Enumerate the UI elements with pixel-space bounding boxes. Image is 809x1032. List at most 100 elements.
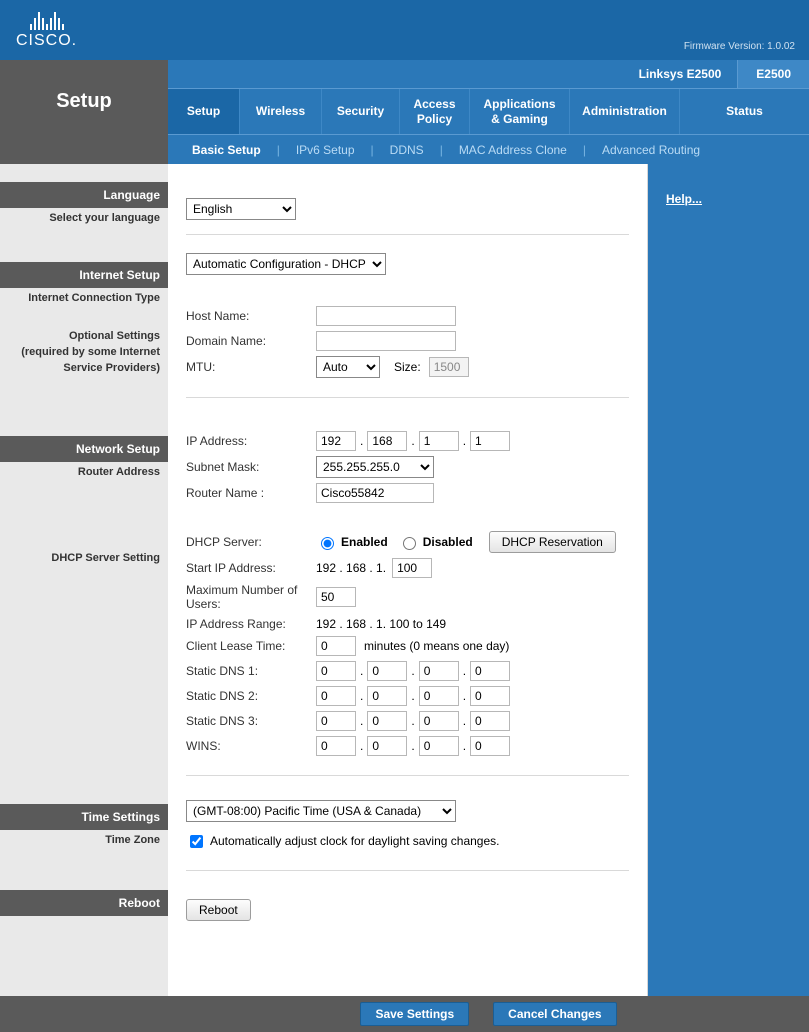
- model-name: Linksys E2500: [639, 67, 738, 81]
- wins-octet-2[interactable]: [367, 736, 407, 756]
- footer-bar: Save Settings Cancel Changes: [168, 996, 809, 1032]
- dns3-label: Static DNS 3:: [186, 714, 316, 728]
- section-internet: Internet Setup: [0, 262, 168, 288]
- ip-range-value: 192 . 168 . 1. 100 to 149: [316, 617, 446, 631]
- subtab-ddns[interactable]: DDNS: [384, 143, 430, 157]
- ip-address-label: IP Address:: [186, 434, 316, 448]
- section-time-zone: Time Zone: [0, 830, 168, 850]
- router-name-label: Router Name :: [186, 486, 316, 500]
- section-language: Language: [0, 182, 168, 208]
- subtab-ipv6-setup[interactable]: IPv6 Setup: [290, 143, 361, 157]
- dhcp-enabled-radio-input[interactable]: [321, 537, 334, 550]
- subtab-mac-address-clone[interactable]: MAC Address Clone: [453, 143, 573, 157]
- mtu-size-input: [429, 357, 469, 377]
- form-panel: English Automatic Configuration - DHCP H…: [168, 164, 648, 996]
- cisco-logo: CISCO.: [16, 10, 77, 50]
- model-badge: E2500: [737, 60, 809, 88]
- help-link[interactable]: Help...: [666, 192, 702, 206]
- start-ip-input[interactable]: [392, 558, 432, 578]
- footer-left: [0, 996, 168, 1032]
- lease-time-suffix: minutes (0 means one day): [364, 639, 509, 653]
- wins-octet-4[interactable]: [470, 736, 510, 756]
- dns1-octet-4[interactable]: [470, 661, 510, 681]
- reboot-button[interactable]: Reboot: [186, 899, 251, 921]
- section-internet-conn-type: Internet Connection Type: [0, 288, 168, 308]
- ip-octet-1[interactable]: [316, 431, 356, 451]
- tab-status[interactable]: Status: [680, 89, 809, 134]
- wins-octet-1[interactable]: [316, 736, 356, 756]
- host-name-input[interactable]: [316, 306, 456, 326]
- start-ip-label: Start IP Address:: [186, 561, 316, 575]
- dns2-label: Static DNS 2:: [186, 689, 316, 703]
- mtu-label: MTU:: [186, 360, 316, 374]
- left-sidebar: Language Select your language Internet S…: [0, 164, 168, 996]
- dns3-octet-4[interactable]: [470, 711, 510, 731]
- cisco-logo-text: CISCO.: [16, 32, 77, 50]
- top-bar: CISCO. Firmware Version: 1.0.02: [0, 0, 809, 60]
- tab-wireless[interactable]: Wireless: [240, 89, 322, 134]
- section-dhcp-setting: DHCP Server Setting: [0, 548, 168, 568]
- tab-security[interactable]: Security: [322, 89, 400, 134]
- wins-octet-3[interactable]: [419, 736, 459, 756]
- mtu-size-label: Size:: [394, 360, 421, 374]
- tab-access-policy[interactable]: Access Policy: [400, 89, 470, 134]
- dns3-octet-3[interactable]: [419, 711, 459, 731]
- connection-type-select[interactable]: Automatic Configuration - DHCP: [186, 253, 386, 275]
- domain-name-input[interactable]: [316, 331, 456, 351]
- section-time: Time Settings: [0, 804, 168, 830]
- host-name-label: Host Name:: [186, 309, 316, 323]
- dst-checkbox[interactable]: [190, 835, 203, 848]
- section-language-sub: Select your language: [0, 208, 168, 228]
- page-title: Setup: [0, 60, 168, 164]
- lease-time-label: Client Lease Time:: [186, 639, 316, 653]
- dns1-octet-1[interactable]: [316, 661, 356, 681]
- dns1-octet-3[interactable]: [419, 661, 459, 681]
- language-select[interactable]: English: [186, 198, 296, 220]
- section-optional-settings-2: (required by some Internet: [0, 346, 168, 362]
- tab-administration[interactable]: Administration: [570, 89, 680, 134]
- subtab-basic-setup[interactable]: Basic Setup: [186, 143, 267, 157]
- wins-label: WINS:: [186, 739, 316, 753]
- start-ip-prefix: 192 . 168 . 1.: [316, 561, 386, 575]
- save-settings-button[interactable]: Save Settings: [360, 1002, 469, 1026]
- ip-octet-3[interactable]: [419, 431, 459, 451]
- section-network: Network Setup: [0, 436, 168, 462]
- dns3-octet-1[interactable]: [316, 711, 356, 731]
- dst-label: Automatically adjust clock for daylight …: [210, 834, 499, 848]
- dhcp-server-label: DHCP Server:: [186, 535, 316, 549]
- dhcp-reservation-button[interactable]: DHCP Reservation: [489, 531, 616, 553]
- dhcp-disabled-radio[interactable]: Disabled: [398, 534, 473, 550]
- tab-applications-gaming[interactable]: Applications & Gaming: [470, 89, 570, 134]
- subnet-mask-label: Subnet Mask:: [186, 460, 316, 474]
- mtu-select[interactable]: Auto: [316, 356, 380, 378]
- section-optional-settings-3: Service Providers): [0, 362, 168, 378]
- model-row: Linksys E2500 E2500: [168, 60, 809, 88]
- dns2-octet-2[interactable]: [367, 686, 407, 706]
- cancel-changes-button[interactable]: Cancel Changes: [493, 1002, 616, 1026]
- subnet-mask-select[interactable]: 255.255.255.0: [316, 456, 434, 478]
- router-name-input[interactable]: [316, 483, 434, 503]
- tab-setup[interactable]: Setup: [168, 89, 240, 134]
- domain-name-label: Domain Name:: [186, 334, 316, 348]
- dhcp-enabled-radio[interactable]: Enabled: [316, 534, 388, 550]
- subtab-advanced-routing[interactable]: Advanced Routing: [596, 143, 706, 157]
- firmware-version: Firmware Version: 1.0.02: [684, 41, 795, 52]
- max-users-label: Maximum Number of Users:: [186, 583, 316, 612]
- dhcp-disabled-radio-input[interactable]: [403, 537, 416, 550]
- timezone-select[interactable]: (GMT-08:00) Pacific Time (USA & Canada): [186, 800, 456, 822]
- dns2-octet-3[interactable]: [419, 686, 459, 706]
- main-tabs: Setup Wireless Security Access Policy Ap…: [168, 88, 809, 134]
- dns2-octet-1[interactable]: [316, 686, 356, 706]
- ip-range-label: IP Address Range:: [186, 617, 316, 631]
- dns1-label: Static DNS 1:: [186, 664, 316, 678]
- dns2-octet-4[interactable]: [470, 686, 510, 706]
- cisco-logo-bars: [30, 10, 64, 30]
- max-users-input[interactable]: [316, 587, 356, 607]
- ip-octet-2[interactable]: [367, 431, 407, 451]
- section-optional-settings-1: Optional Settings: [0, 326, 168, 346]
- dns1-octet-2[interactable]: [367, 661, 407, 681]
- dns3-octet-2[interactable]: [367, 711, 407, 731]
- section-reboot: Reboot: [0, 890, 168, 916]
- lease-time-input[interactable]: [316, 636, 356, 656]
- ip-octet-4[interactable]: [470, 431, 510, 451]
